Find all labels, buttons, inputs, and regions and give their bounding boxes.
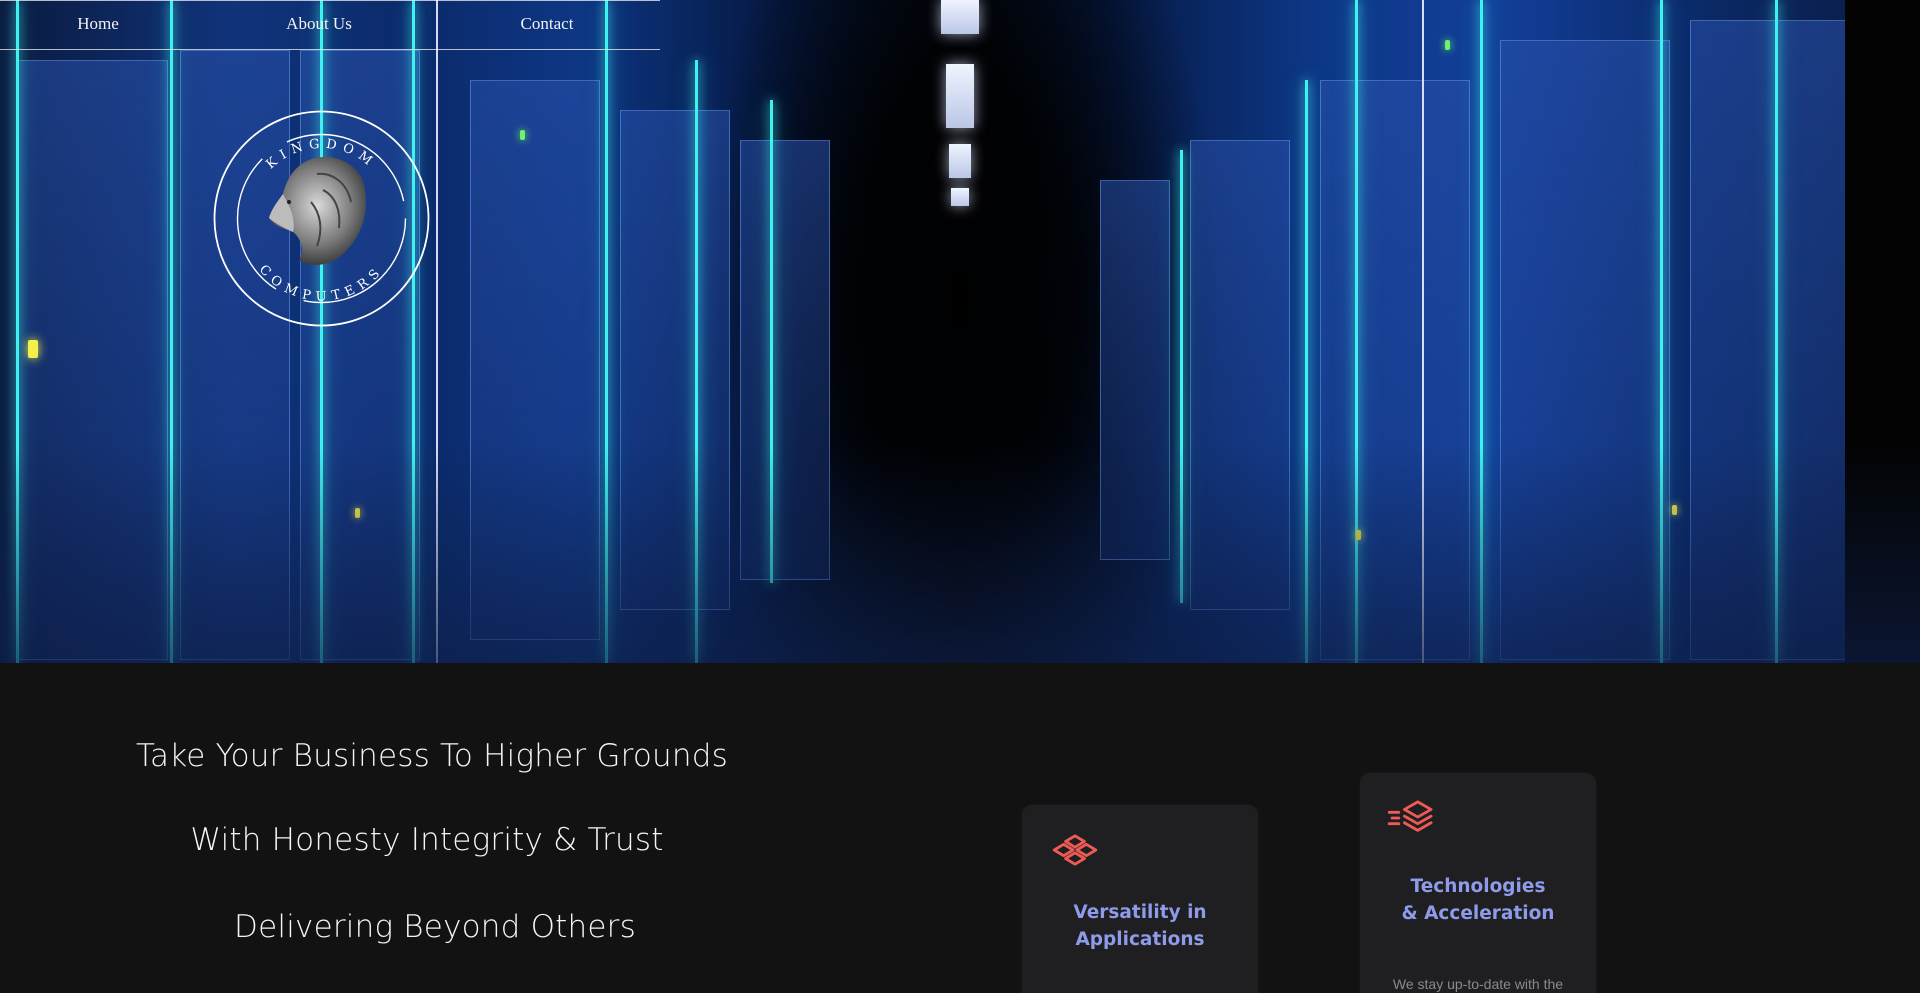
tagline-delivering-beyond: Delivering Beyond Others xyxy=(234,909,636,945)
tagline-honesty-integrity: With Honesty Integrity & Trust xyxy=(190,822,664,858)
card-title-versatility: Versatility in Applications xyxy=(1073,902,1207,950)
nav-about-us[interactable]: About Us xyxy=(286,14,352,34)
card-text-technologies: We stay up-to-date with the xyxy=(1392,976,1564,992)
hero-banner: Home About Us Contact KINGDOM COMPUTERS xyxy=(0,0,1920,663)
speed-layers-icon xyxy=(1387,800,1433,832)
feature-card-technologies: Technologies & Acceleration We stay up-t… xyxy=(1360,773,1596,993)
lion-icon xyxy=(269,156,366,265)
nav-contact[interactable]: Contact xyxy=(521,14,574,34)
tagline-higher-grounds: Take Your Business To Higher Grounds xyxy=(136,738,728,774)
card-title-technologies: Technologies & Acceleration xyxy=(1401,876,1555,924)
svg-text:COMPUTERS: COMPUTERS xyxy=(256,262,387,304)
top-nav: Home About Us Contact xyxy=(0,0,660,50)
kingdom-computers-logo[interactable]: KINGDOM COMPUTERS xyxy=(213,110,430,327)
stacked-diamonds-icon xyxy=(1052,834,1098,866)
feature-card-versatility: Versatility in Applications xyxy=(1022,805,1258,993)
nav-home[interactable]: Home xyxy=(77,14,119,34)
